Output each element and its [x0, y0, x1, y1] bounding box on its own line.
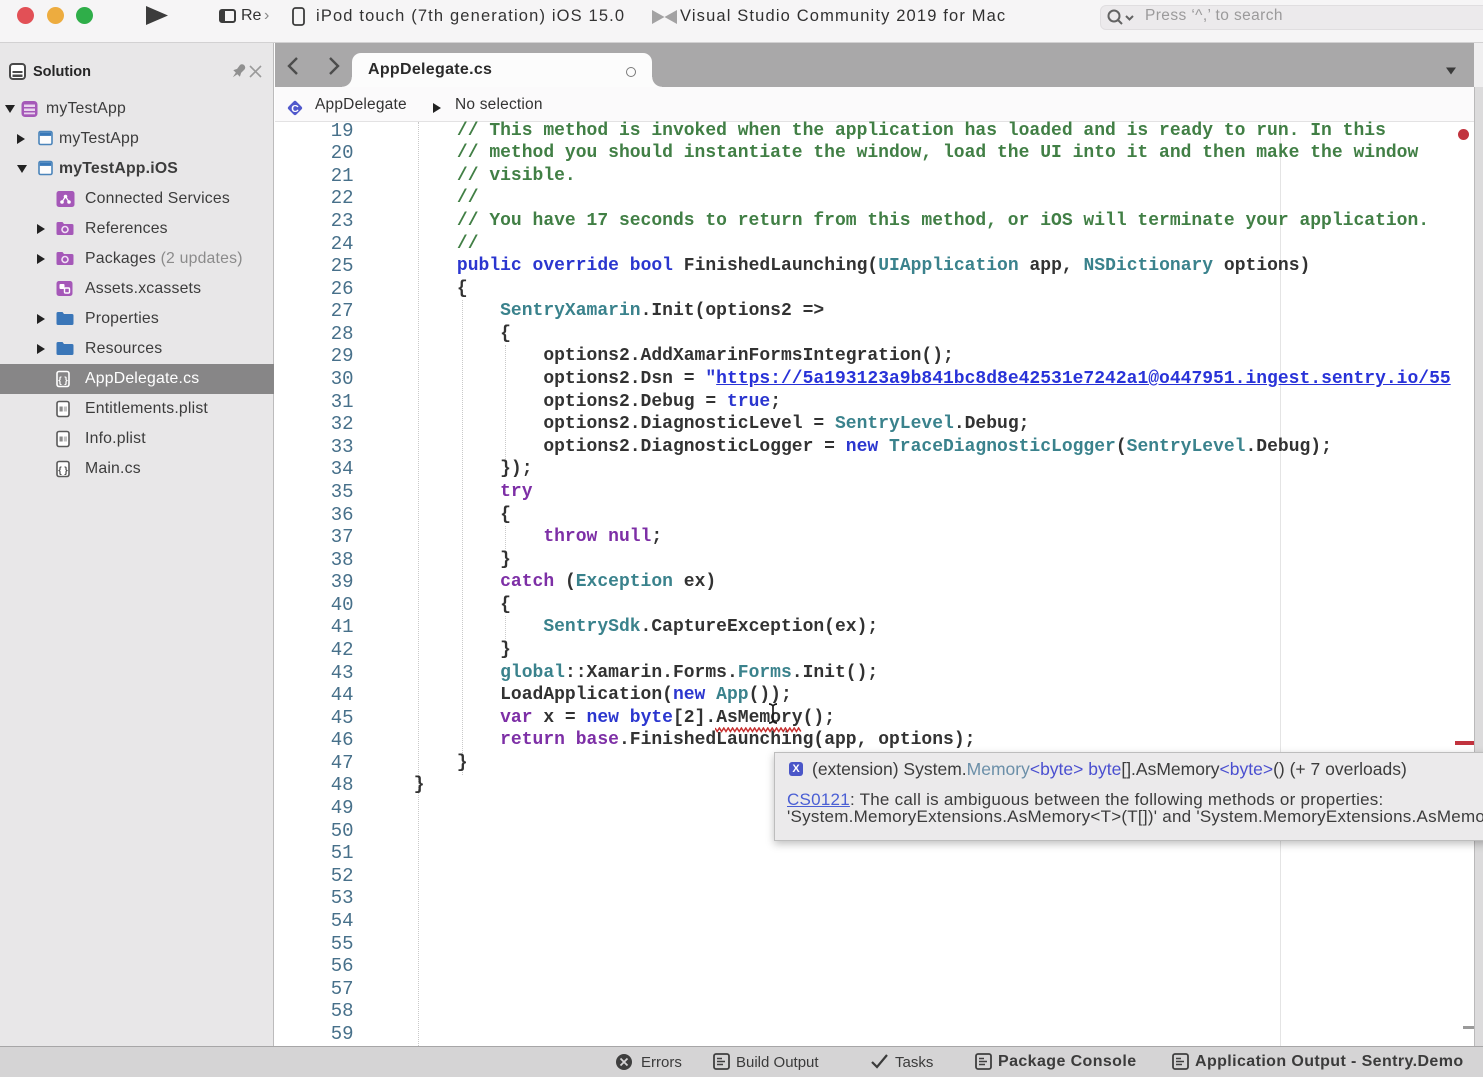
svg-text:{ }: { } — [58, 375, 68, 385]
svg-text:{ }: { } — [58, 465, 68, 475]
svg-text:C: C — [291, 103, 299, 115]
